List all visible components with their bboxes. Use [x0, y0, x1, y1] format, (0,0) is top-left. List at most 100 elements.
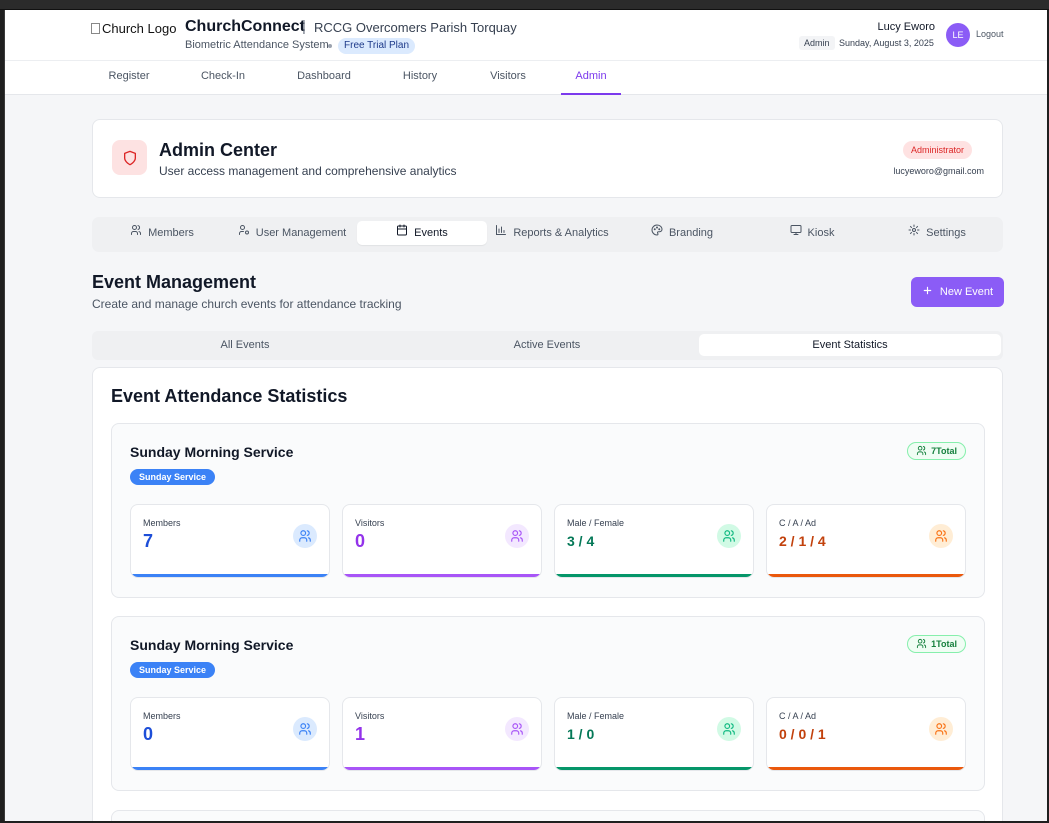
users-icon	[717, 717, 741, 741]
stat-label: Visitors	[355, 518, 385, 528]
palette-icon	[651, 221, 663, 245]
age-group-stat: C / A / Ad 0 / 0 / 1	[766, 697, 966, 771]
parish-name: RCCG Overcomers Parish Torquay	[314, 20, 517, 35]
administrator-badge: Administrator	[902, 141, 972, 159]
users-icon	[130, 221, 142, 245]
nav-tab-register[interactable]: Register	[95, 61, 163, 95]
tab-all-events[interactable]: All Events	[95, 334, 395, 356]
stat-accent-bar	[343, 767, 541, 770]
gear-icon	[908, 221, 920, 245]
nav-tab-visitors[interactable]: Visitors	[475, 61, 541, 95]
event-stat-block	[111, 810, 985, 821]
tab-label: Settings	[926, 227, 966, 239]
nav-tab-admin[interactable]: Admin	[561, 61, 621, 95]
admin-title: Admin Center	[159, 140, 278, 160]
tab-members[interactable]: Members	[97, 221, 227, 245]
stat-label: Members	[143, 518, 181, 528]
new-event-label: New Event	[939, 286, 994, 298]
users-icon	[505, 524, 529, 548]
gender-count: 3 / 4	[567, 533, 595, 549]
tab-events[interactable]: Events	[357, 221, 487, 245]
admin-description: User access management and comprehensive…	[159, 164, 457, 178]
users-icon	[293, 524, 317, 548]
shield-icon	[112, 140, 147, 175]
tab-active-events[interactable]: Active Events	[397, 334, 697, 356]
members-stat: Members 7	[130, 504, 330, 578]
stat-accent-bar	[555, 574, 753, 577]
tab-branding[interactable]: Branding	[617, 221, 747, 245]
total-badge: 1Total	[907, 635, 966, 653]
tab-label: User Management	[255, 227, 347, 239]
statistics-title: Event Attendance Statistics	[111, 386, 348, 406]
visitors-count: 1	[355, 724, 366, 744]
stat-accent-bar	[767, 767, 965, 770]
users-icon	[929, 524, 953, 548]
stat-accent-bar	[343, 574, 541, 577]
logout-button[interactable]: Logout	[976, 29, 1004, 39]
members-stat: Members 0	[130, 697, 330, 771]
members-count: 7	[143, 531, 154, 551]
avatar[interactable]: LE	[946, 23, 970, 47]
event-tabs: All Events Active Events Event Statistic…	[92, 331, 1003, 360]
visitors-stat: Visitors 0	[342, 504, 542, 578]
role-badge: Admin	[799, 36, 835, 50]
event-type-badge: Sunday Service	[130, 662, 216, 678]
total-count: 7Total	[931, 446, 957, 456]
age-group-count: 2 / 1 / 4	[779, 533, 826, 549]
event-management-description: Create and manage church events for atte…	[92, 297, 402, 311]
stat-label: C / A / Ad	[779, 711, 817, 721]
event-type-badge: Sunday Service	[130, 469, 216, 485]
nav-tab-dashboard[interactable]: Dashboard	[285, 61, 363, 95]
age-group-stat: C / A / Ad 2 / 1 / 4	[766, 504, 966, 578]
tab-event-statistics[interactable]: Event Statistics	[699, 334, 1001, 356]
app-header: Church Logo ChurchConnect | RCCG Overcom…	[5, 10, 1047, 60]
main-nav: Register Check-In Dashboard History Visi…	[5, 60, 1047, 95]
tab-settings[interactable]: Settings	[877, 221, 997, 245]
stat-label: Members	[143, 711, 181, 721]
current-date: Sunday, August 3, 2025	[839, 38, 934, 48]
users-icon	[293, 717, 317, 741]
tab-label: Events	[414, 227, 448, 239]
gender-count: 1 / 0	[567, 726, 595, 742]
users-icon	[916, 445, 927, 458]
event-stat-block: Sunday Morning Service Sunday Service 1T…	[111, 616, 985, 791]
bar-chart-icon	[495, 221, 507, 245]
browser-chrome	[0, 0, 1049, 10]
broken-image-icon	[91, 23, 100, 34]
monitor-icon	[790, 221, 802, 245]
tab-reports-analytics[interactable]: Reports & Analytics	[487, 221, 617, 245]
stat-label: Male / Female	[567, 711, 625, 721]
event-name: Sunday Morning Service	[130, 637, 294, 653]
church-logo: Church Logo	[91, 21, 176, 36]
app-subtitle: Biometric Attendance System	[185, 39, 329, 51]
event-management-title: Event Management	[92, 272, 257, 292]
stat-accent-bar	[131, 767, 329, 770]
user-name: Lucy Eworo	[877, 21, 935, 33]
tab-label: Members	[148, 227, 194, 239]
new-event-button[interactable]: New Event	[911, 277, 1004, 307]
stat-accent-bar	[131, 574, 329, 577]
tab-kiosk[interactable]: Kiosk	[747, 221, 877, 245]
event-name: Sunday Morning Service	[130, 444, 294, 460]
users-icon	[916, 638, 927, 651]
stat-label: Visitors	[355, 711, 385, 721]
nav-tab-history[interactable]: History	[389, 61, 451, 95]
app-window: Church Logo ChurchConnect | RCCG Overcom…	[4, 10, 1047, 821]
plus-icon	[922, 285, 933, 299]
users-icon	[929, 717, 953, 741]
admin-email: lucyeworo@gmail.com	[893, 166, 984, 176]
user-cog-icon	[238, 221, 250, 245]
stat-accent-bar	[767, 574, 965, 577]
nav-tab-check-in[interactable]: Check-In	[188, 61, 258, 95]
separator-dot	[328, 44, 332, 48]
plan-badge: Free Trial Plan	[338, 38, 416, 54]
total-count: 1Total	[931, 639, 957, 649]
total-badge: 7Total	[907, 442, 966, 460]
event-stat-block: Sunday Morning Service Sunday Service 7T…	[111, 423, 985, 598]
tab-label: Kiosk	[807, 227, 835, 239]
visitors-count: 0	[355, 531, 366, 551]
gender-stat: Male / Female 3 / 4	[554, 504, 754, 578]
tab-user-management[interactable]: User Management	[227, 221, 357, 245]
calendar-icon	[396, 221, 408, 245]
app-name: ChurchConnect	[185, 18, 305, 35]
